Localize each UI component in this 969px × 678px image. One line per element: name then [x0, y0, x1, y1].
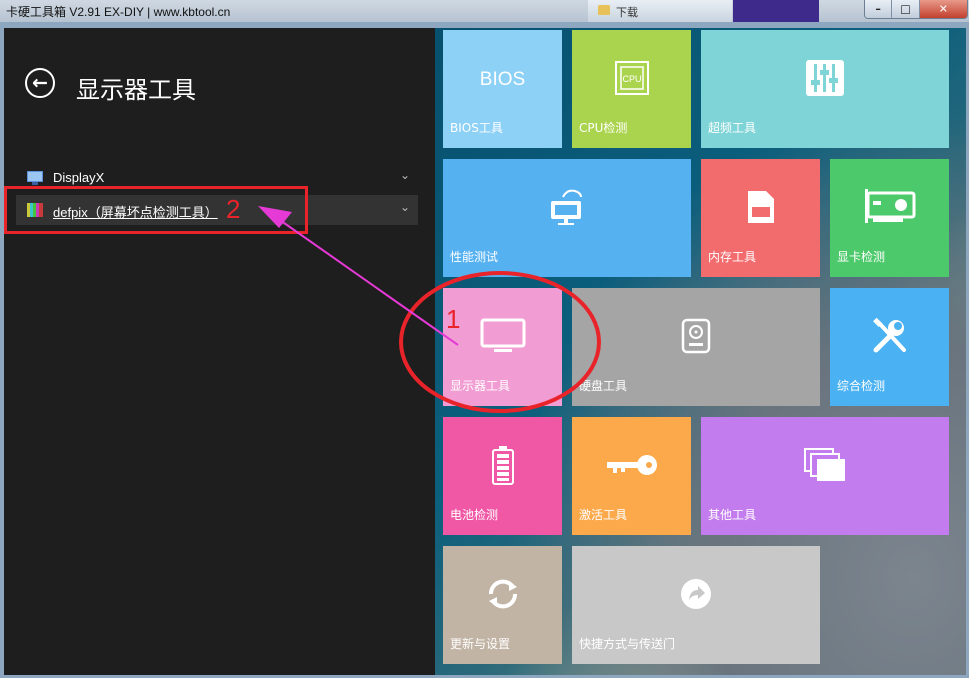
maximize-button[interactable]: □	[892, 0, 920, 18]
tile-label: BIOS工具	[450, 121, 503, 135]
tile-activation[interactable]: 激活工具	[572, 417, 691, 535]
tile-label: 显示器工具	[450, 379, 511, 393]
tile-cpu[interactable]: CPU CPU检测	[572, 30, 691, 148]
cpu-icon-text: CPU	[622, 74, 641, 84]
tile-gpu[interactable]: 显卡检测	[830, 159, 949, 277]
sliders-icon	[805, 59, 845, 101]
title-bar: 卡硬工具箱 V2.91 EX-DIY | www.kbtool.cn 下载 – …	[0, 0, 969, 22]
chevron-down-icon[interactable]: ⌄	[400, 168, 410, 182]
cpu-chip-icon: CPU	[614, 60, 650, 100]
tile-label: 综合检测	[837, 379, 886, 393]
tile-overclock[interactable]: 超频工具	[701, 30, 949, 148]
tile-label: CPU检测	[579, 121, 628, 135]
tile-label: 更新与设置	[450, 637, 511, 651]
window-controls: – □ ✕	[864, 0, 968, 19]
tile-diagnostics[interactable]: 综合检测	[830, 288, 949, 406]
back-button[interactable]: ←	[25, 68, 55, 98]
annotation-number-1: 1	[446, 304, 461, 334]
tile-bios[interactable]: BIOS BIOS工具	[443, 30, 562, 148]
stacked-windows-icon	[803, 447, 847, 487]
background-window-tab[interactable]: 下载	[588, 0, 732, 22]
forward-arrow-icon	[680, 578, 712, 614]
tile-label: 内存工具	[708, 250, 757, 264]
window-title: 卡硬工具箱 V2.91 EX-DIY | www.kbtool.cn	[6, 5, 231, 19]
back-arrow-icon: ←	[32, 72, 48, 94]
monitor-icon	[27, 171, 43, 185]
tile-label: 激活工具	[579, 508, 628, 522]
key-icon	[605, 453, 659, 481]
page-title: 显示器工具	[76, 76, 196, 104]
refresh-icon	[485, 576, 521, 616]
list-item-label: DisplayX	[53, 170, 105, 185]
background-window	[733, 0, 819, 22]
tile-update-settings[interactable]: 更新与设置	[443, 546, 562, 664]
wrench-screwdriver-icon	[870, 316, 910, 360]
tile-memory[interactable]: 内存工具	[701, 159, 820, 277]
monitor-test-icon	[547, 187, 587, 231]
tile-shortcuts[interactable]: 快捷方式与传送门	[572, 546, 820, 664]
battery-icon	[491, 445, 515, 489]
left-panel: ← 显示器工具 DisplayX ⌄ defpix（屏幕坏点检测工具） ⌄	[4, 28, 435, 675]
folder-icon	[598, 5, 610, 15]
tile-label: 其他工具	[708, 508, 757, 522]
tile-battery[interactable]: 电池检测	[443, 417, 562, 535]
tile-label: 快捷方式与传送门	[579, 637, 676, 651]
chevron-down-icon[interactable]: ⌄	[400, 200, 410, 214]
tile-others[interactable]: 其他工具	[701, 417, 949, 535]
annotation-box	[4, 186, 308, 234]
monitor-icon	[480, 318, 526, 358]
tile-label: 超频工具	[708, 121, 757, 135]
maximize-icon: □	[900, 2, 911, 16]
tile-label: 显卡检测	[837, 250, 886, 264]
tile-label: 性能测试	[450, 250, 499, 264]
tile-label: 电池检测	[450, 508, 499, 522]
annotation-number-2: 2	[226, 194, 241, 224]
background-tab-label: 下载	[616, 6, 638, 19]
hard-disk-icon	[681, 318, 711, 358]
tile-disk[interactable]: 硬盘工具	[572, 288, 820, 406]
close-icon: ✕	[938, 2, 948, 16]
tile-label: 硬盘工具	[579, 379, 628, 393]
memory-card-icon	[746, 189, 776, 229]
tile-display[interactable]: 显示器工具	[443, 288, 562, 406]
bios-icon: BIOS	[479, 68, 526, 90]
minimize-button[interactable]: –	[865, 0, 893, 18]
close-button[interactable]: ✕	[919, 0, 967, 18]
tile-performance[interactable]: 性能测试	[443, 159, 691, 277]
minimize-icon: –	[875, 2, 881, 16]
graphics-card-icon	[863, 187, 917, 231]
